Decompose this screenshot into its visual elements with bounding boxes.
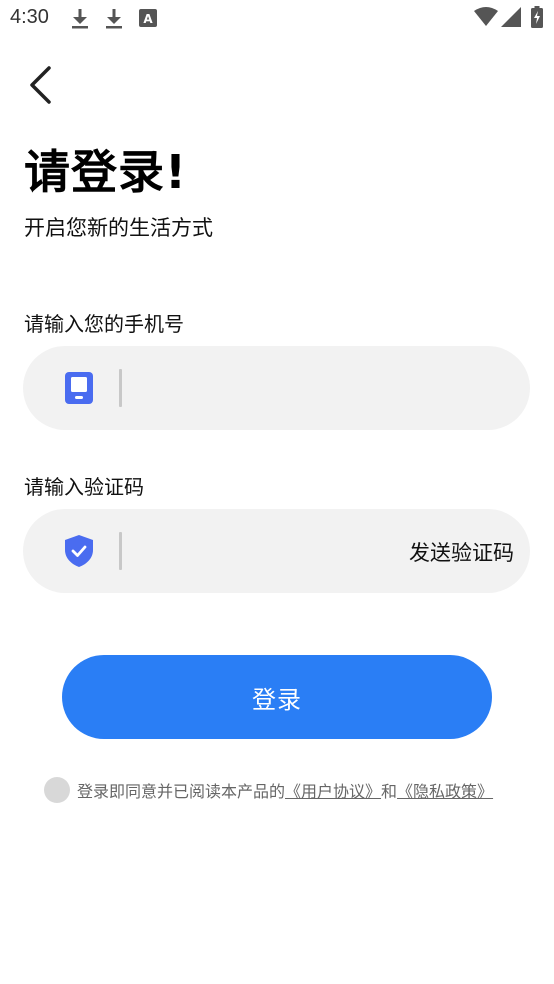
- code-field-label: 请输入验证码: [24, 475, 144, 499]
- agreement-text: 登录即同意并已阅读本产品的: [77, 782, 286, 801]
- page-subtitle: 开启您新的生活方式: [24, 216, 213, 240]
- send-code-button[interactable]: 发送验证码: [409, 537, 514, 567]
- phone-field-label: 请输入您的手机号: [24, 312, 184, 336]
- page-title: 请登录!: [24, 145, 187, 199]
- signal-icon: [501, 7, 521, 31]
- agreement-conjunction: 和: [381, 782, 398, 801]
- verification-code-input[interactable]: [133, 529, 367, 575]
- svg-text:A: A: [143, 12, 153, 26]
- font-notification-icon: A: [139, 9, 157, 31]
- agreement-checkbox[interactable]: [44, 777, 70, 803]
- user-agreement-link[interactable]: 《用户协议》: [285, 778, 381, 802]
- phone-icon: [64, 371, 94, 405]
- field-divider: [119, 532, 122, 570]
- status-time: 4:30: [10, 6, 49, 28]
- privacy-policy-link[interactable]: 《隐私政策》: [397, 778, 493, 802]
- back-button[interactable]: [18, 60, 62, 110]
- status-bar: 4:30 A: [0, 0, 554, 38]
- shield-check-icon: [64, 534, 94, 568]
- agreement-row: 登录即同意并已阅读本产品的 《用户协议》 和 《隐私政策》: [44, 776, 493, 804]
- chevron-left-icon: [30, 66, 51, 104]
- phone-field[interactable]: [23, 346, 530, 430]
- download-icon: [104, 8, 124, 34]
- download-icon: [70, 8, 90, 34]
- wifi-icon: [474, 7, 498, 31]
- field-divider: [119, 369, 122, 407]
- battery-charging-icon: [531, 6, 543, 32]
- verification-code-field[interactable]: 发送验证码: [23, 509, 530, 593]
- login-button[interactable]: 登录: [62, 655, 492, 739]
- phone-input[interactable]: [133, 366, 397, 412]
